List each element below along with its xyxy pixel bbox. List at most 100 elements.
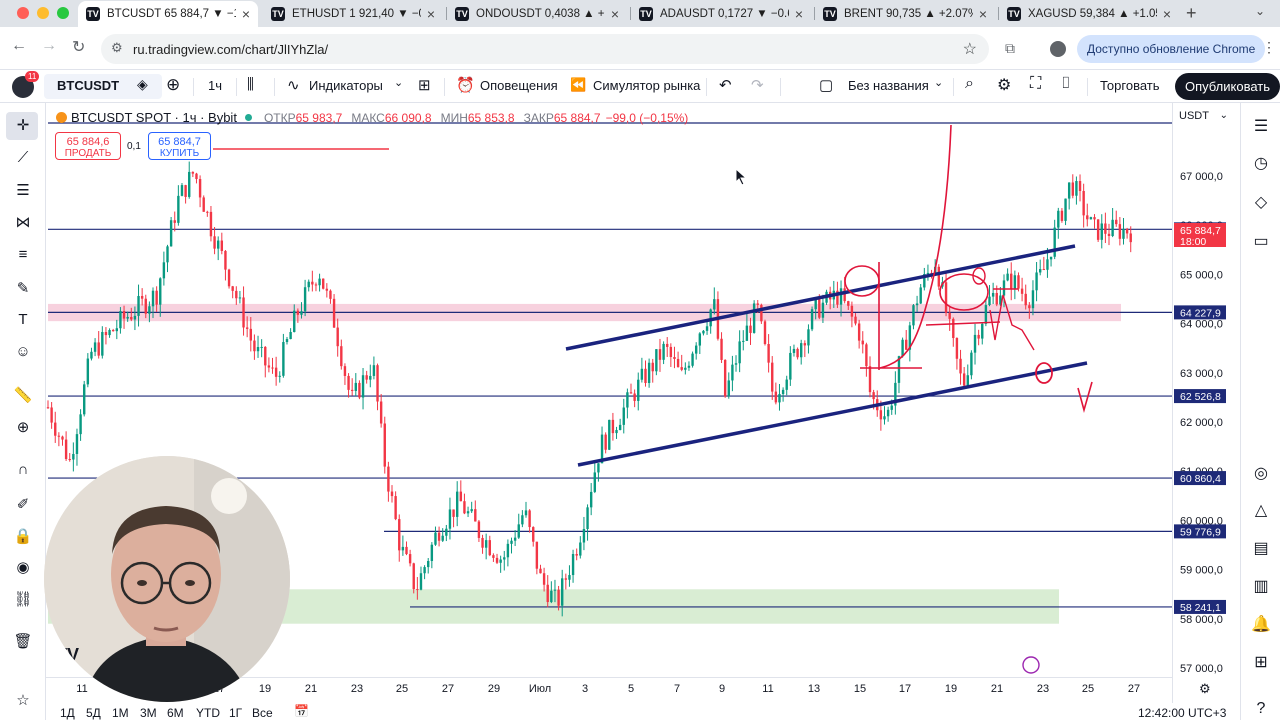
new-tab-icon[interactable]: + xyxy=(1186,3,1197,24)
bookmark-star-icon[interactable]: ☆ xyxy=(963,39,977,59)
candle-body xyxy=(144,298,147,314)
indicators-icon[interactable]: ∿ xyxy=(287,76,300,94)
tab-search-chevron-icon[interactable]: ⌄ xyxy=(1255,4,1265,18)
trash-icon[interactable]: 🗑 xyxy=(13,632,33,650)
trade-button[interactable]: Торговать xyxy=(1100,78,1160,93)
alarm-clock-icon[interactable]: ⏰ xyxy=(456,76,475,94)
layers-icon[interactable]: ◇ xyxy=(1251,192,1271,212)
reload-icon[interactable]: ↻ xyxy=(72,37,85,57)
candle-body xyxy=(662,343,665,360)
replay-button[interactable]: Симулятор рынка xyxy=(593,78,700,93)
close-tab-icon[interactable]: × xyxy=(795,6,803,22)
eye-icon[interactable]: ◉ xyxy=(13,558,33,576)
close-tab-icon[interactable]: × xyxy=(611,6,619,22)
quick-search-icon[interactable]: ⌕ xyxy=(965,75,974,93)
settings-gear-icon[interactable]: ⚙ xyxy=(997,75,1011,95)
trend-line-icon[interactable]: ⟋ xyxy=(13,149,33,166)
legend-title[interactable]: BTCUSDT SPOT · 1ч · Bybit xyxy=(71,110,237,125)
extensions-icon[interactable]: ⧉ xyxy=(1005,40,1015,57)
lock-drawings-icon[interactable]: ✐ xyxy=(13,495,33,513)
range-3m[interactable]: 3М xyxy=(140,706,157,720)
back-icon[interactable]: ← xyxy=(11,37,27,55)
sell-button[interactable]: 65 884,6 ПРОДАТЬ xyxy=(55,132,121,160)
lock-icon[interactable]: 🔒 xyxy=(13,527,33,545)
browser-tab[interactable]: TV ADAUSDT 0,1727 ▼ −0.6… × xyxy=(631,1,811,27)
chrome-update-button[interactable]: Доступно обновление Chrome xyxy=(1077,35,1266,63)
notification-bell-icon[interactable]: 🔔 xyxy=(1251,614,1271,634)
crosshair-icon[interactable]: ✛ xyxy=(13,116,33,134)
buy-button[interactable]: 65 884,7 КУПИТЬ xyxy=(148,132,211,160)
ruler-icon[interactable]: 📏 xyxy=(13,386,33,404)
site-info-icon[interactable]: ⚙ xyxy=(111,40,123,56)
price-scale[interactable] xyxy=(1172,103,1240,703)
target-icon[interactable]: ◎ xyxy=(1251,463,1271,483)
close-window-button[interactable] xyxy=(17,7,29,19)
help-icon[interactable]: ? xyxy=(1251,700,1271,718)
horizontal-lines-icon[interactable]: ☰ xyxy=(13,181,33,199)
text-icon[interactable]: T xyxy=(13,311,33,328)
templates-grid-icon[interactable]: ⊞ xyxy=(418,76,431,94)
range-5d[interactable]: 5Д xyxy=(86,706,101,720)
chat-icon[interactable]: ▭ xyxy=(1251,231,1271,251)
range-1y[interactable]: 1Г xyxy=(229,706,242,720)
interval-button[interactable]: 1ч xyxy=(208,78,222,93)
close-tab-icon[interactable]: × xyxy=(242,6,250,22)
chart-type-icon[interactable]: ⫼ xyxy=(247,76,254,93)
replay-icon[interactable]: ⏪ xyxy=(570,77,586,93)
range-all[interactable]: Все xyxy=(252,706,273,720)
range-ytd[interactable]: YTD xyxy=(196,706,220,720)
magnet-icon[interactable]: ∩ xyxy=(13,461,33,478)
alerts-clock-icon[interactable]: ◷ xyxy=(1251,153,1271,173)
browser-tab[interactable]: TV ONDOUSDT 0,4038 ▲ +0… × xyxy=(447,1,627,27)
candle-body xyxy=(821,302,825,318)
browser-tab[interactable]: TV XAGUSD 59,384 ▲ +1.05… × xyxy=(999,1,1179,27)
ideas-icon[interactable]: △ xyxy=(1251,500,1271,520)
watchlist-icon[interactable]: ☰ xyxy=(1251,116,1271,136)
undo-icon[interactable]: ↶ xyxy=(719,76,732,94)
chevron-down-icon[interactable]: ⌄ xyxy=(394,76,403,89)
kebab-menu-icon[interactable]: ⋮ xyxy=(1262,39,1276,56)
time-scale-settings-icon[interactable]: ⚙ xyxy=(1199,681,1211,697)
range-1d[interactable]: 1Д xyxy=(60,706,75,720)
close-tab-icon[interactable]: × xyxy=(427,6,435,22)
range-6m[interactable]: 6М xyxy=(167,706,184,720)
calendar-icon[interactable]: ▤ xyxy=(1251,538,1271,558)
fib-icon[interactable]: ≡ xyxy=(13,246,33,263)
indicators-button[interactable]: Индикаторы xyxy=(309,78,383,93)
layout-square-icon[interactable]: ▢ xyxy=(819,76,833,94)
url-text[interactable]: ru.tradingview.com/chart/JlIYhZla/ xyxy=(133,42,328,57)
candle-body xyxy=(1078,181,1082,191)
news-icon[interactable]: ▥ xyxy=(1251,576,1271,596)
browser-tab[interactable]: TV BRENT 90,735 ▲ +2.07%… × xyxy=(815,1,995,27)
minimize-window-button[interactable] xyxy=(37,7,49,19)
goto-date-icon[interactable]: 📅 xyxy=(294,704,309,718)
compare-plus-icon[interactable]: ⊕ xyxy=(166,75,180,95)
publish-button[interactable]: Опубликовать xyxy=(1175,73,1280,100)
address-bar[interactable]: ⚙ ru.tradingview.com/chart/JlIYhZla/ ☆ xyxy=(101,34,989,64)
zoom-in-icon[interactable]: ⊕ xyxy=(13,418,33,436)
camera-snapshot-icon[interactable]: ⌷ xyxy=(1061,75,1071,93)
profile-avatar[interactable] xyxy=(1050,41,1066,57)
chevron-down-icon[interactable]: ⌄ xyxy=(934,76,943,89)
alerts-button[interactable]: Оповещения xyxy=(480,78,558,93)
redo-icon[interactable]: ↷ xyxy=(751,76,764,94)
apps-grid-icon[interactable]: ⊞ xyxy=(1251,652,1271,672)
close-tab-icon[interactable]: × xyxy=(979,6,987,22)
layout-name-button[interactable]: Без названия xyxy=(848,78,929,93)
forward-icon[interactable]: → xyxy=(41,37,57,55)
close-tab-icon[interactable]: × xyxy=(1163,6,1171,22)
candle-body xyxy=(705,326,709,331)
pattern-icon[interactable]: ⋈ xyxy=(13,213,33,231)
brush-icon[interactable]: ✎ xyxy=(13,279,33,297)
maximize-window-button[interactable] xyxy=(57,7,69,19)
symbol-name[interactable]: BTCUSDT xyxy=(57,78,119,93)
browser-tab[interactable]: TV BTCUSDT 65 884,7 ▼ −1,0… × xyxy=(78,1,258,27)
favorites-star-icon[interactable]: ☆ xyxy=(13,691,33,709)
emoji-icon[interactable]: ☺ xyxy=(13,343,33,360)
link-icon[interactable]: ⛓ xyxy=(13,590,33,608)
browser-tab[interactable]: TV ETHUSDT 1 921,40 ▼ −0.4… × xyxy=(263,1,443,27)
candle-body xyxy=(763,321,767,345)
fullscreen-icon[interactable]: ⛶ xyxy=(1030,75,1041,93)
candle-body xyxy=(75,434,79,454)
range-1m[interactable]: 1М xyxy=(112,706,129,720)
